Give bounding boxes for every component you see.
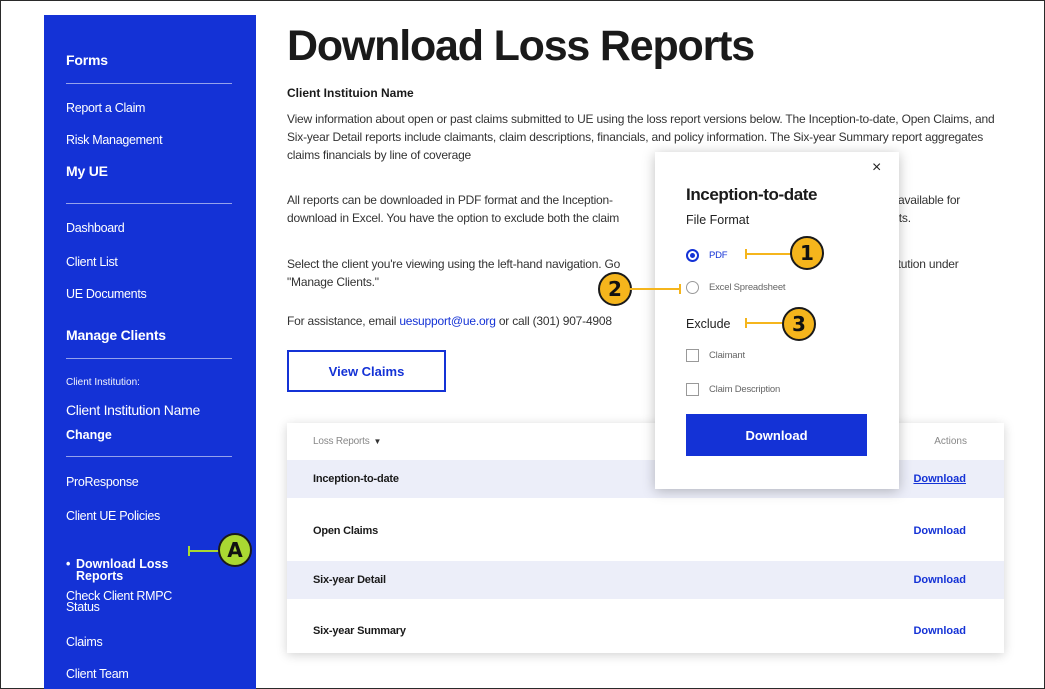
- loss-reports-sort-header[interactable]: Loss Reports ▼: [313, 436, 381, 447]
- close-icon[interactable]: ×: [872, 159, 881, 177]
- download-link[interactable]: Download: [913, 574, 966, 586]
- callout-tick: [679, 284, 681, 294]
- sidebar-item-label: Reports: [76, 569, 124, 583]
- sidebar-item-client-team[interactable]: Client Team: [66, 667, 129, 681]
- client-name-heading: Client Instituion Name: [287, 86, 414, 100]
- option-label: PDF: [709, 250, 728, 261]
- sidebar-divider: [66, 83, 232, 84]
- sidebar-heading-manage-clients: Manage Clients: [66, 327, 166, 343]
- report-name: Inception-to-date: [313, 473, 399, 485]
- assistance-text: For assistance, email: [287, 314, 400, 328]
- format-paragraph-text: All reports can be downloaded in PDF for…: [287, 193, 613, 207]
- table-row: Six-year Summary Download: [287, 612, 1004, 650]
- checkbox[interactable]: [686, 349, 699, 362]
- assistance-text: or call (301) 907-4908: [495, 314, 612, 328]
- callout-badge-a: A: [218, 533, 252, 567]
- callout-leader-line: [188, 550, 220, 552]
- sidebar-item-dashboard[interactable]: Dashboard: [66, 221, 125, 235]
- sidebar-item-check-rmpc-status[interactable]: Check Client RMPC Status: [66, 590, 172, 614]
- sidebar-item-risk-management[interactable]: Risk Management: [66, 133, 163, 147]
- sidebar-item-proresponse[interactable]: ProResponse: [66, 475, 139, 489]
- format-paragraph: All reports can be downloaded in PDF for…: [287, 191, 1017, 227]
- popup-download-button[interactable]: Download: [686, 414, 867, 456]
- select-client-text: titution under: [892, 257, 959, 271]
- column-header-actions: Actions: [934, 436, 967, 447]
- checkbox-label: Claim Description: [709, 384, 781, 395]
- page-title: Download Loss Reports: [287, 22, 755, 70]
- format-paragraph-text: available for: [898, 193, 961, 207]
- sidebar-heading-my-ue: My UE: [66, 163, 108, 179]
- select-client-paragraph: Select the client you're viewing using t…: [287, 255, 1017, 291]
- checkbox-label: Claimant: [709, 350, 745, 361]
- exclude-claimant[interactable]: Claimant: [686, 349, 745, 362]
- report-name: Six-year Summary: [313, 625, 406, 637]
- callout-leader-line: [745, 253, 793, 255]
- active-bullet: •: [66, 557, 71, 571]
- select-client-text: Select the client you're viewing using t…: [287, 257, 621, 271]
- download-options-popup: × Inception-to-date File Format PDF Exce…: [655, 152, 899, 489]
- sidebar-item-download-loss-reports[interactable]: • Download Loss Reports: [66, 557, 168, 583]
- report-name: Open Claims: [313, 525, 379, 537]
- sidebar-divider: [66, 358, 232, 359]
- option-label: Excel Spreadsheet: [709, 282, 786, 293]
- radio-selected[interactable]: [686, 249, 699, 262]
- sidebar-item-client-list[interactable]: Client List: [66, 255, 118, 269]
- client-institution-name: Client Institution Name: [66, 402, 200, 418]
- assistance-paragraph: For assistance, email uesupport@ue.org o…: [287, 312, 1017, 330]
- checkbox[interactable]: [686, 383, 699, 396]
- sidebar-divider: [66, 456, 232, 457]
- format-option-pdf[interactable]: PDF: [686, 249, 728, 262]
- format-paragraph-text: download in Excel. You have the option t…: [287, 211, 620, 225]
- view-claims-button[interactable]: View Claims: [287, 350, 446, 392]
- change-client-link[interactable]: Change: [66, 428, 112, 442]
- download-link[interactable]: Download: [913, 473, 966, 485]
- popup-title: Inception-to-date: [686, 185, 818, 204]
- sidebar-divider: [66, 203, 232, 204]
- callout-leader-line: [745, 322, 785, 324]
- sidebar-item-label: Status: [66, 600, 100, 614]
- download-link[interactable]: Download: [913, 525, 966, 537]
- sidebar-item-ue-documents[interactable]: UE Documents: [66, 287, 147, 301]
- download-link[interactable]: Download: [913, 625, 966, 637]
- table-row: Six-year Detail Download: [287, 561, 1004, 599]
- sidebar-item-report-claim[interactable]: Report a Claim: [66, 101, 145, 115]
- exclude-claim-description[interactable]: Claim Description: [686, 383, 780, 396]
- caret-down-icon: ▼: [373, 437, 382, 446]
- format-option-excel[interactable]: Excel Spreadsheet: [686, 281, 786, 294]
- select-client-text: "Manage Clients.": [287, 275, 379, 289]
- sidebar-nav: Forms Report a Claim Risk Management My …: [44, 15, 256, 689]
- exclude-label: Exclude: [686, 317, 731, 331]
- table-row: Open Claims Download: [287, 512, 1004, 550]
- callout-leader-line: [630, 288, 680, 290]
- callout-badge-2: 2: [598, 272, 632, 306]
- sidebar-item-claims[interactable]: Claims: [66, 635, 103, 649]
- sidebar-heading-forms: Forms: [66, 52, 108, 68]
- callout-badge-1: 1: [790, 236, 824, 270]
- client-institution-label: Client Institution:: [66, 377, 140, 388]
- sidebar-item-client-ue-policies[interactable]: Client UE Policies: [66, 509, 160, 523]
- radio-unselected[interactable]: [686, 281, 699, 294]
- intro-paragraph: View information about open or past clai…: [287, 112, 995, 162]
- report-name: Six-year Detail: [313, 574, 386, 586]
- callout-badge-3: 3: [782, 307, 816, 341]
- support-email-link[interactable]: uesupport@ue.org: [399, 314, 496, 328]
- file-format-label: File Format: [686, 213, 750, 227]
- column-header-label: Loss Reports: [313, 436, 370, 447]
